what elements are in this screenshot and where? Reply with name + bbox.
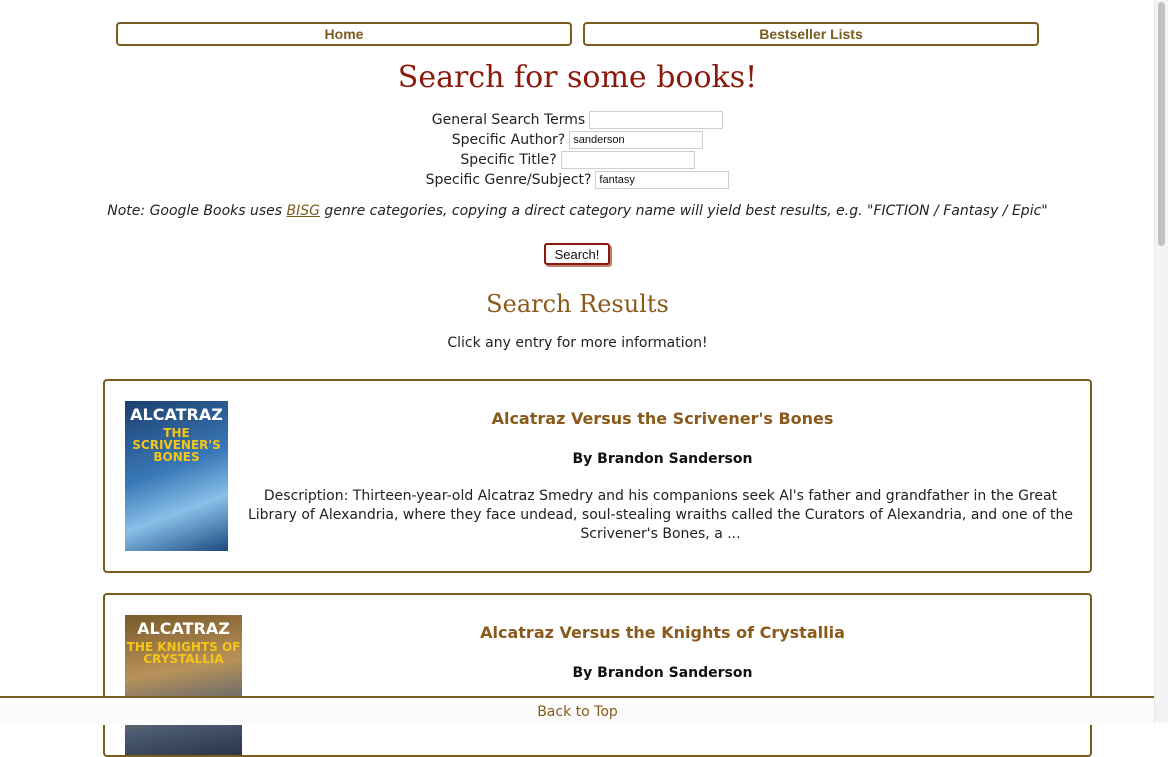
title-row: Specific Title? bbox=[0, 150, 1155, 170]
bestseller-lists-button[interactable]: Bestseller Lists bbox=[583, 22, 1039, 46]
book-description: Description: Thirteen-year-old Alcatraz … bbox=[247, 488, 1074, 542]
cover-title-art: ALCATRAZ bbox=[130, 405, 223, 424]
result-card[interactable]: ALCATRAZ THE SCRIVENER'S BONES Alcatraz … bbox=[103, 379, 1092, 573]
author-label: Specific Author? bbox=[451, 132, 566, 148]
book-title[interactable]: Alcatraz Versus the Scrivener's Bones bbox=[245, 409, 1080, 428]
book-author: By Brandon Sanderson bbox=[572, 665, 753, 681]
footer-bar: Back to Top bbox=[0, 696, 1155, 725]
search-title: Search for some books! bbox=[397, 60, 758, 95]
scrollbar-thumb[interactable] bbox=[1158, 2, 1165, 246]
genre-label: Specific Genre/Subject? bbox=[425, 172, 592, 188]
cover-subtitle-art: THE SCRIVENER'S BONES bbox=[132, 426, 221, 464]
vertical-scrollbar[interactable] bbox=[1154, 0, 1168, 723]
back-to-top-link[interactable]: Back to Top bbox=[537, 704, 618, 720]
result-card[interactable]: ALCATRAZ THE KNIGHTS OF CRYSTALLIA Alcat… bbox=[103, 593, 1092, 757]
search-form: General Search Terms Specific Author? Sp… bbox=[0, 110, 1155, 190]
search-button[interactable]: Search! bbox=[544, 243, 610, 265]
book-cover: ALCATRAZ THE KNIGHTS OF CRYSTALLIA bbox=[125, 615, 242, 755]
cover-title-art: ALCATRAZ bbox=[137, 619, 230, 638]
genre-input[interactable] bbox=[595, 171, 730, 189]
home-button[interactable]: Home bbox=[116, 22, 572, 46]
bisg-link[interactable]: BISG bbox=[287, 203, 320, 219]
general-search-row: General Search Terms bbox=[0, 110, 1155, 130]
book-cover: ALCATRAZ THE SCRIVENER'S BONES bbox=[125, 401, 228, 551]
results-hint: Click any entry for more information! bbox=[447, 335, 708, 351]
genre-note: Note: Google Books uses BISG genre categ… bbox=[0, 203, 1155, 219]
book-title[interactable]: Alcatraz Versus the Knights of Crystalli… bbox=[245, 623, 1080, 642]
author-row: Specific Author? bbox=[0, 130, 1155, 150]
genre-row: Specific Genre/Subject? bbox=[0, 170, 1155, 190]
general-search-label: General Search Terms bbox=[431, 112, 586, 128]
author-input[interactable] bbox=[569, 131, 704, 149]
note-prefix: Note: Google Books uses bbox=[107, 203, 287, 219]
page: Home Bestseller Lists Search for some bo… bbox=[0, 0, 1155, 757]
title-label: Specific Title? bbox=[460, 152, 557, 168]
general-search-input[interactable] bbox=[589, 111, 724, 129]
cover-subtitle-art: THE KNIGHTS OF CRYSTALLIA bbox=[126, 640, 241, 666]
note-suffix: genre categories, copying a direct categ… bbox=[319, 203, 1048, 219]
title-input[interactable] bbox=[560, 151, 695, 169]
book-author: By Brandon Sanderson bbox=[572, 451, 753, 467]
results-title: Search Results bbox=[486, 290, 669, 318]
